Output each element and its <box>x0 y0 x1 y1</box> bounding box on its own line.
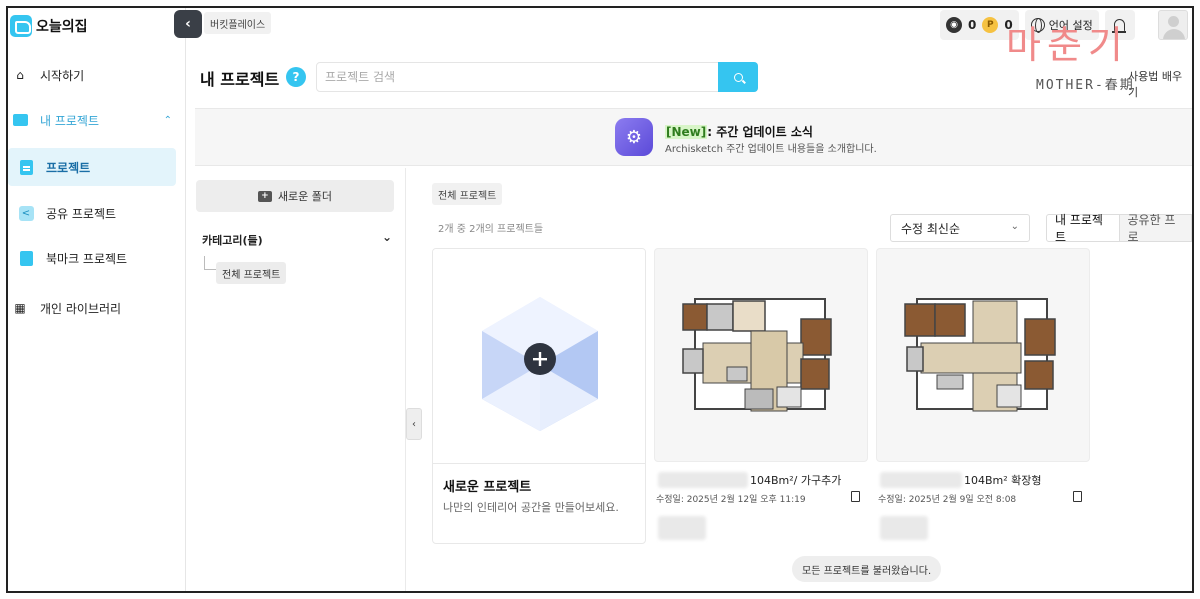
project-card[interactable]: 104Bm²/ 가구추가 수정일: 2025년 2월 12일 오후 11:19 <box>654 248 868 548</box>
new-folder-label: 새로운 폴더 <box>277 190 333 203</box>
tree-connector <box>204 256 216 270</box>
banner-title: [New]: 주간 업데이트 소식 <box>665 123 813 140</box>
sidebar: 오늘의집 ⌂ 시작하기 내 프로젝트 ⌃ 프로젝트 < 공유 프로젝트 북마크 … <box>8 8 186 591</box>
back-button[interactable]: ‹ <box>174 10 202 38</box>
search-input[interactable] <box>325 63 715 91</box>
search-button[interactable] <box>718 62 758 92</box>
banner-subtitle: Archisketch 주간 업데이트 내용들을 소개합니다. <box>665 144 877 155</box>
app-name: 오늘의집 <box>36 19 88 35</box>
collapse-panel-button[interactable]: ‹ <box>406 408 422 440</box>
project-name-text: 104Bm² 확장형 <box>964 474 1042 487</box>
search-bar <box>316 62 758 92</box>
floorplan-thumbnail <box>654 248 868 462</box>
chevron-down-icon: ⌄ <box>381 230 392 244</box>
sidebar-item-personal-library[interactable]: ▦ 개인 라이브러리 <box>8 289 186 327</box>
project-name: 104Bm²/ 가구추가 <box>654 470 868 488</box>
banner-title-text: : 주간 업데이트 소식 <box>707 125 813 139</box>
chevron-left-icon: ‹ <box>412 418 416 430</box>
bookmark-icon[interactable] <box>1073 491 1082 502</box>
new-project-title: 새로운 프로젝트 <box>443 480 532 495</box>
chevron-down-icon: ⌄ <box>1010 221 1019 232</box>
breadcrumb[interactable]: 전체 프로젝트 <box>432 183 503 205</box>
chevron-up-icon: ⌃ <box>163 114 172 126</box>
project-date: 수정일: 2025년 2월 9일 오전 8:08 <box>878 495 1017 505</box>
point-icon: P <box>982 17 999 33</box>
tab-shared-projects[interactable]: 공유한 프로 <box>1119 213 1192 244</box>
sidebar-item-label: 북마크 프로젝트 <box>46 251 128 266</box>
sort-select[interactable]: 수정 최신순 ⌄ <box>890 214 1030 242</box>
folder-item-all[interactable]: 전체 프로젝트 <box>216 262 287 284</box>
category-header[interactable]: 카테고리(들) ⌄ <box>202 230 392 248</box>
bookmark-icon[interactable] <box>851 491 860 502</box>
sidebar-item-start[interactable]: ⌂ 시작하기 <box>8 56 186 94</box>
card-divider <box>433 463 645 464</box>
add-folder-icon: + <box>257 190 272 202</box>
project-date: 수정일: 2025년 2월 12일 오후 11:19 <box>656 495 806 505</box>
gear-icon: ⚙ <box>615 118 653 156</box>
tab-my-projects[interactable]: 내 프로젝트 <box>1046 213 1120 244</box>
chevron-left-icon: ‹ <box>185 16 191 32</box>
new-project-card[interactable]: 새로운 프로젝트 나만의 인테리어 공간을 만들어보세요. <box>432 248 646 544</box>
redacted-avatar <box>880 516 928 540</box>
update-banner[interactable]: ⚙ [New]: 주간 업데이트 소식 Archisketch 주간 업데이트 … <box>195 108 1192 166</box>
watermark: 마춘기 MOTHER-春期 <box>1006 14 1192 114</box>
redacted-text <box>658 472 748 488</box>
watermark-sub: MOTHER-春期 <box>1036 78 1135 93</box>
sidebar-item-shared-projects[interactable]: < 공유 프로젝트 <box>8 194 186 232</box>
project-name: 104Bm² 확장형 <box>876 470 1090 488</box>
house-logo-icon <box>10 15 32 37</box>
redacted-text <box>880 472 962 488</box>
sidebar-item-label: 개인 라이브러리 <box>40 301 122 316</box>
share-icon: < <box>18 205 34 221</box>
sort-value: 수정 최신순 <box>901 221 961 236</box>
app-logo[interactable]: 오늘의집 <box>10 14 88 38</box>
project-tabs: 내 프로젝트 공유한 프로 <box>1046 213 1192 244</box>
bookmark-icon <box>18 250 34 266</box>
project-card[interactable]: 104Bm² 확장형 수정일: 2025년 2월 9일 오전 8:08 <box>876 248 1090 548</box>
new-folder-button[interactable]: + 새로운 폴더 <box>196 180 394 212</box>
workspace-badge[interactable]: 버킷플레이스 <box>204 12 272 34</box>
help-icon[interactable]: ? <box>286 67 306 87</box>
library-icon: ▦ <box>14 301 26 315</box>
redacted-avatar <box>658 516 706 540</box>
sidebar-item-my-projects[interactable]: 내 프로젝트 ⌃ <box>8 101 186 139</box>
new-project-subtitle: 나만의 인테리어 공간을 만들어보세요. <box>443 501 619 514</box>
folder-icon <box>12 112 28 128</box>
new-tag: [New] <box>665 125 708 139</box>
sidebar-item-label: 시작하기 <box>40 68 85 83</box>
sidebar-item-projects[interactable]: 프로젝트 <box>8 148 176 186</box>
sidebar-item-label: 내 프로젝트 <box>40 113 100 128</box>
floorplan-thumbnail <box>876 248 1090 462</box>
category-label: 카테고리(들) <box>202 234 263 247</box>
app-window: 오늘의집 ⌂ 시작하기 내 프로젝트 ⌃ 프로젝트 < 공유 프로젝트 북마크 … <box>6 6 1194 593</box>
project-count: 2개 중 2개의 프로젝트들 <box>438 224 544 235</box>
sidebar-item-label: 프로젝트 <box>46 160 91 175</box>
coin-count: 0 <box>968 18 977 32</box>
folder-panel: + 새로운 폴더 카테고리(들) ⌄ 전체 프로젝트 <box>186 168 406 591</box>
home-icon: ⌂ <box>16 68 24 82</box>
page-title: 내 프로젝트 <box>200 70 280 89</box>
cube-add-illustration <box>433 249 645 463</box>
project-name-text: 104Bm²/ 가구추가 <box>750 474 842 487</box>
watermark-main: 마춘기 <box>1006 23 1129 67</box>
sidebar-item-bookmark-projects[interactable]: 북마크 프로젝트 <box>8 239 186 277</box>
coin-icon: ◉ <box>946 17 962 33</box>
sidebar-item-label: 공유 프로젝트 <box>46 206 117 221</box>
search-icon <box>733 72 743 82</box>
toast-message: 모든 프로젝트를 불러왔습니다. <box>792 556 942 582</box>
document-icon <box>18 159 34 175</box>
